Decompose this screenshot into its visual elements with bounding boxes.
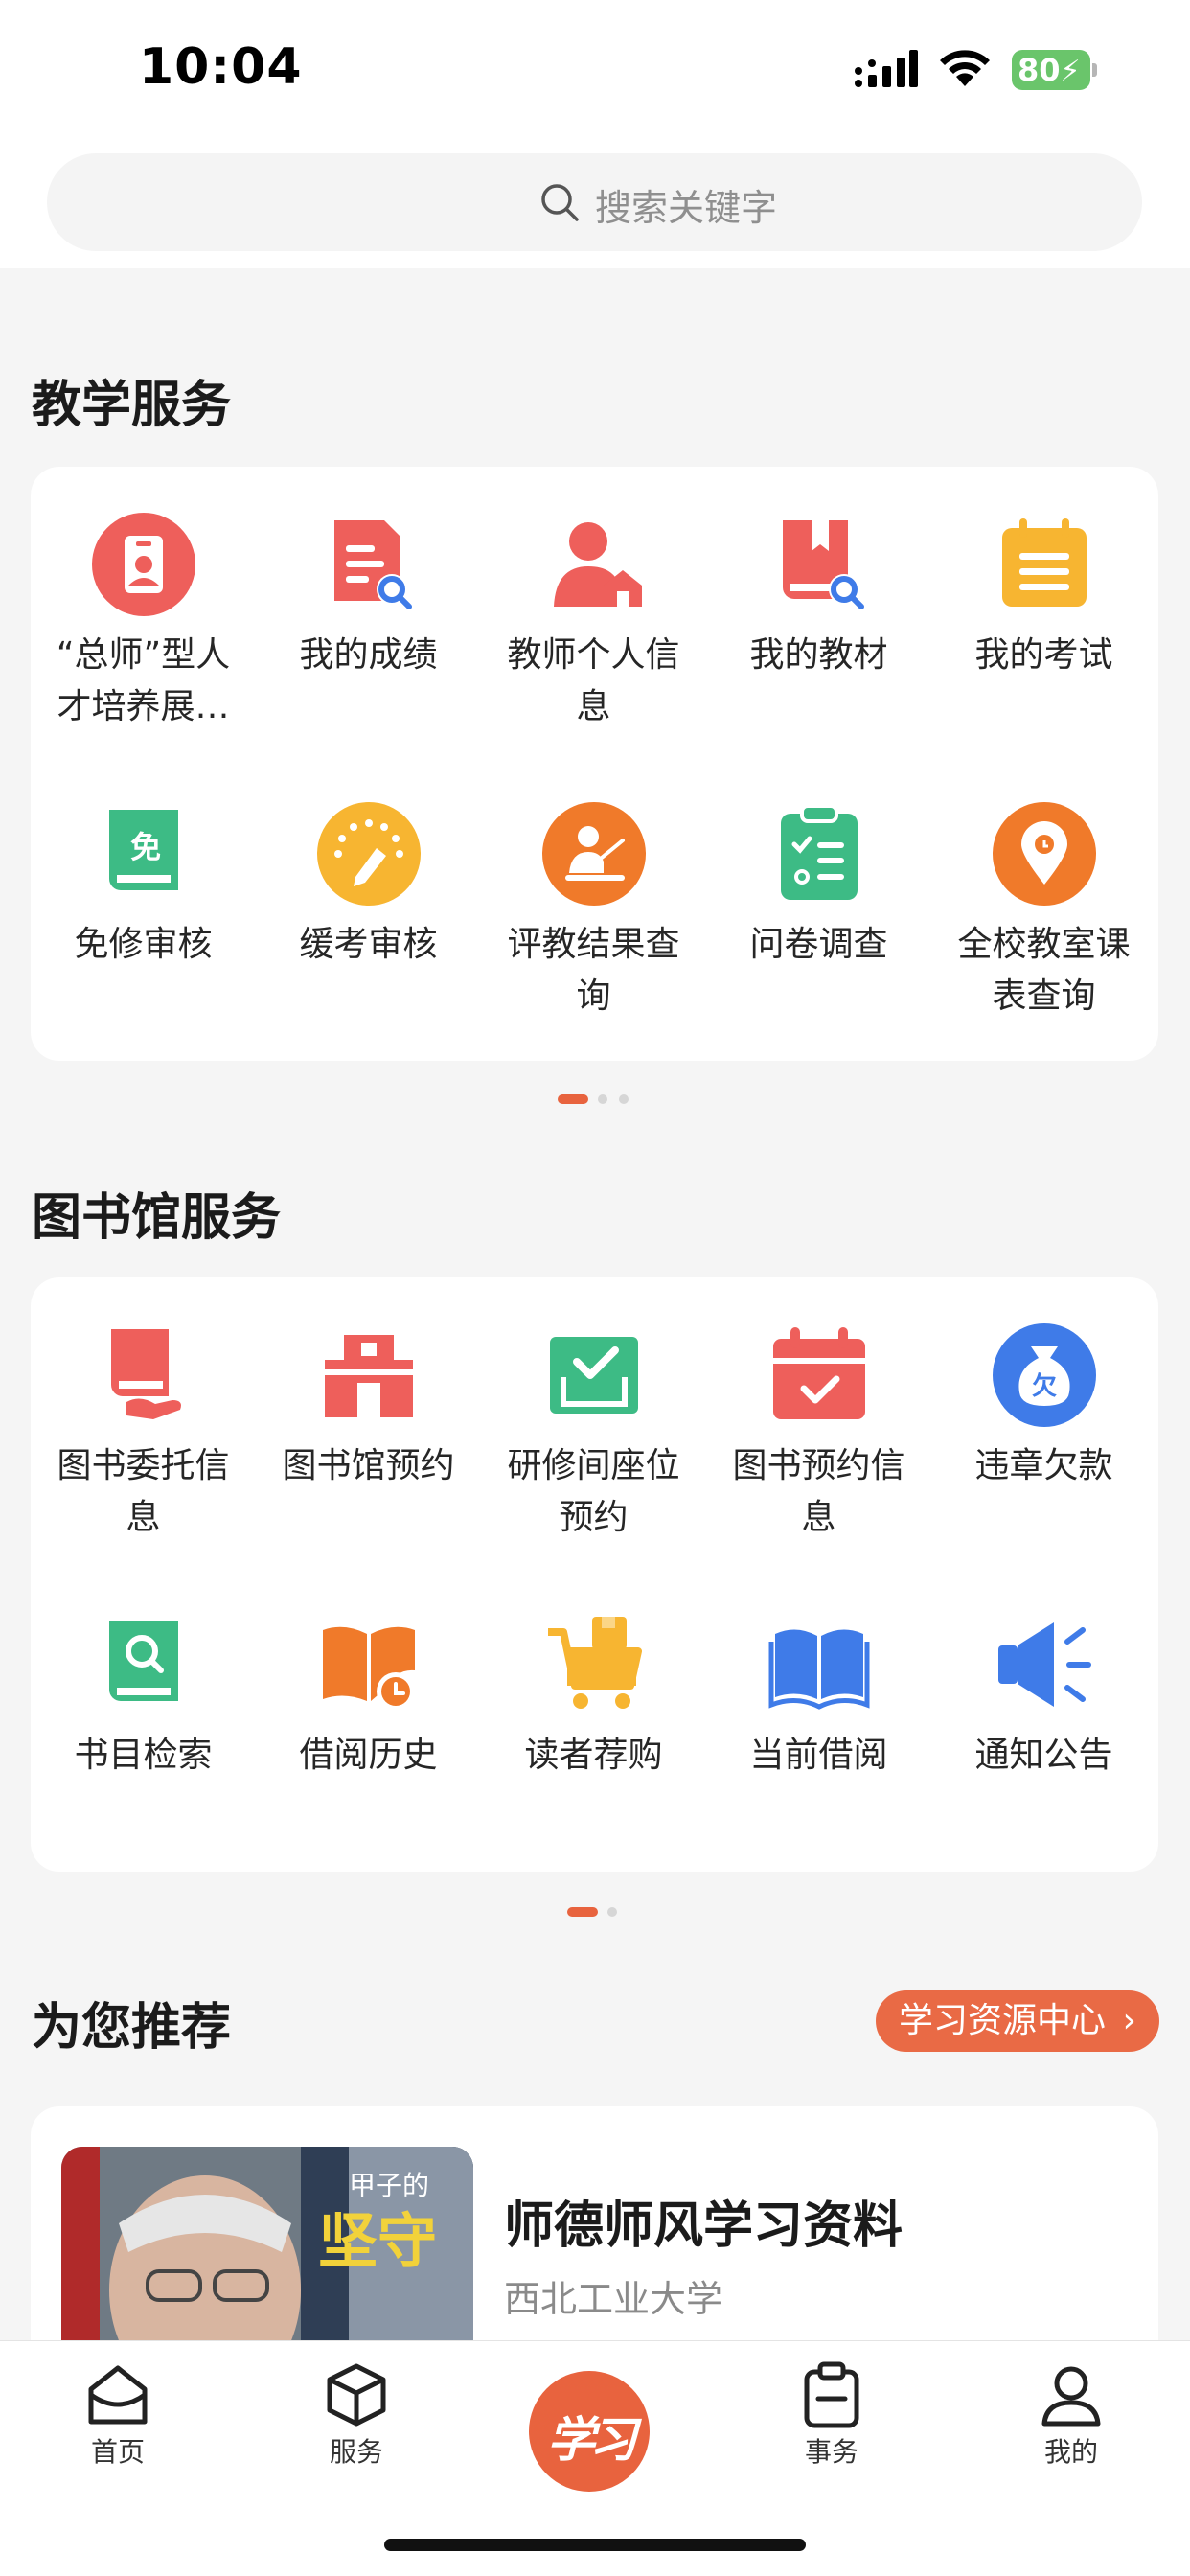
teaching-page-indicator bbox=[558, 1094, 634, 1106]
tab-label: 事务 bbox=[804, 2436, 858, 2468]
exempt-book-icon: 免 bbox=[109, 810, 178, 890]
grade-search-icon bbox=[334, 520, 412, 610]
cube-icon bbox=[327, 2363, 386, 2426]
tab-mine[interactable]: 我的 bbox=[1014, 2360, 1129, 2470]
book-search-icon bbox=[783, 520, 864, 610]
svg-text:免: 免 bbox=[130, 829, 161, 865]
service-label: 图书馆预约 bbox=[282, 1446, 455, 1485]
search-input[interactable]: 搜索关键字 bbox=[47, 153, 1142, 251]
page-dot bbox=[619, 1094, 629, 1104]
recommend-section-title: 为您推荐 bbox=[32, 1999, 232, 2057]
teaching-section-title: 教学服务 bbox=[32, 377, 232, 434]
service-label: 研修间座位 预约 bbox=[507, 1446, 680, 1537]
service-label: 违章欠款 bbox=[974, 1446, 1113, 1485]
home-indicator bbox=[384, 2539, 806, 2551]
clipboard-icon bbox=[804, 2361, 859, 2428]
user-icon bbox=[1041, 2366, 1101, 2426]
book-hand-icon bbox=[111, 1329, 181, 1419]
recommend-card-title: 师德师风学习资料 bbox=[504, 2197, 904, 2255]
service-label: 我的教材 bbox=[749, 635, 888, 675]
button-label: 学习资源中心 bbox=[899, 2001, 1107, 2040]
service-label: 我的考试 bbox=[974, 635, 1113, 675]
status-bar: 10:04 80⚡ bbox=[0, 0, 1190, 142]
search-bar: 搜索关键字 bbox=[0, 142, 1190, 268]
chevron-right-icon: › bbox=[1122, 2001, 1136, 2040]
tab-services[interactable]: 服务 bbox=[299, 2360, 414, 2470]
recommend-card-subtitle: 西北工业大学 bbox=[504, 2278, 723, 2320]
seat-check-icon bbox=[550, 1337, 638, 1414]
service-label: 当前借阅 bbox=[749, 1736, 888, 1775]
cellular-signal-icon bbox=[855, 50, 918, 87]
service-label: 图书委托信 息 bbox=[57, 1446, 230, 1537]
battery-icon: 80⚡ bbox=[1012, 50, 1097, 90]
page-dot-active bbox=[558, 1094, 588, 1104]
service-label: 缓考审核 bbox=[299, 925, 438, 964]
tab-label: 服务 bbox=[329, 2436, 383, 2468]
service-label: 书目检索 bbox=[74, 1736, 213, 1775]
service-label: 教师个人信 息 bbox=[507, 635, 680, 726]
teacher-profile-icon bbox=[554, 522, 642, 607]
open-book-icon bbox=[768, 1629, 870, 1710]
service-label: 通知公告 bbox=[974, 1736, 1113, 1775]
svg-text:欠: 欠 bbox=[1032, 1371, 1057, 1401]
teaching-services-card: “总师”型人 才培养展… 我的成绩 教师个人信 息 我的教材 我的考试 免 免修… bbox=[31, 467, 1158, 1061]
service-label: 借阅历史 bbox=[299, 1736, 438, 1775]
tab-label: 首页 bbox=[90, 2436, 145, 2468]
service-label: 我的成绩 bbox=[299, 635, 438, 675]
tab-label: 我的 bbox=[1043, 2436, 1098, 2468]
service-label: 免修审核 bbox=[74, 925, 213, 964]
library-section-title: 图书馆服务 bbox=[32, 1189, 282, 1247]
page-dot bbox=[607, 1907, 617, 1917]
money-bag-icon: 欠 bbox=[993, 1323, 1096, 1427]
catalog-search-icon bbox=[109, 1621, 178, 1701]
survey-clipboard-icon bbox=[781, 804, 858, 900]
service-label: 读者荐购 bbox=[524, 1736, 663, 1775]
id-badge-icon bbox=[92, 513, 195, 616]
library-services-card: 图书委托信 息 图书馆预约 研修间座位 预约 图书预约信 息 欠 违章欠款 书目… bbox=[31, 1277, 1158, 1872]
thumb-text2: 甲子的 bbox=[349, 2170, 429, 2201]
thumb-text: 坚守 bbox=[318, 2206, 437, 2276]
search-icon bbox=[541, 184, 579, 221]
exam-calendar-icon bbox=[1002, 518, 1087, 607]
page-dot-active bbox=[567, 1907, 598, 1917]
service-label: 全校教室课 表查询 bbox=[957, 925, 1131, 1016]
megaphone-icon bbox=[998, 1622, 1091, 1707]
search-placeholder: 搜索关键字 bbox=[595, 187, 778, 229]
service-label: 图书预约信 息 bbox=[732, 1446, 905, 1537]
calendar-check-icon bbox=[773, 1327, 865, 1419]
home-icon bbox=[88, 2365, 148, 2425]
shopping-cart-icon bbox=[548, 1617, 642, 1709]
evaluation-icon bbox=[542, 802, 646, 906]
battery-level: 80 bbox=[1018, 52, 1061, 88]
borrow-history-icon bbox=[323, 1626, 415, 1711]
deferred-exam-icon bbox=[317, 802, 421, 906]
service-label: 问卷调查 bbox=[749, 925, 888, 964]
location-pin-icon bbox=[993, 802, 1096, 906]
tab-affairs[interactable]: 事务 bbox=[774, 2360, 889, 2470]
service-label: 评教结果查 询 bbox=[507, 925, 680, 1016]
page-dot bbox=[598, 1094, 607, 1104]
study-logo-icon: 学习 bbox=[547, 2411, 637, 2468]
learning-resource-center-button[interactable]: 学习资源中心 › bbox=[876, 1990, 1159, 2052]
wifi-icon bbox=[940, 50, 990, 86]
service-label: “总师”型人 才培养展… bbox=[56, 635, 231, 726]
tab-study[interactable]: 学习 bbox=[529, 2371, 650, 2492]
tab-home[interactable]: 首页 bbox=[60, 2360, 175, 2470]
library-building-icon bbox=[321, 1335, 417, 1417]
library-page-indicator bbox=[567, 1907, 625, 1919]
status-time: 10:04 bbox=[139, 38, 303, 96]
